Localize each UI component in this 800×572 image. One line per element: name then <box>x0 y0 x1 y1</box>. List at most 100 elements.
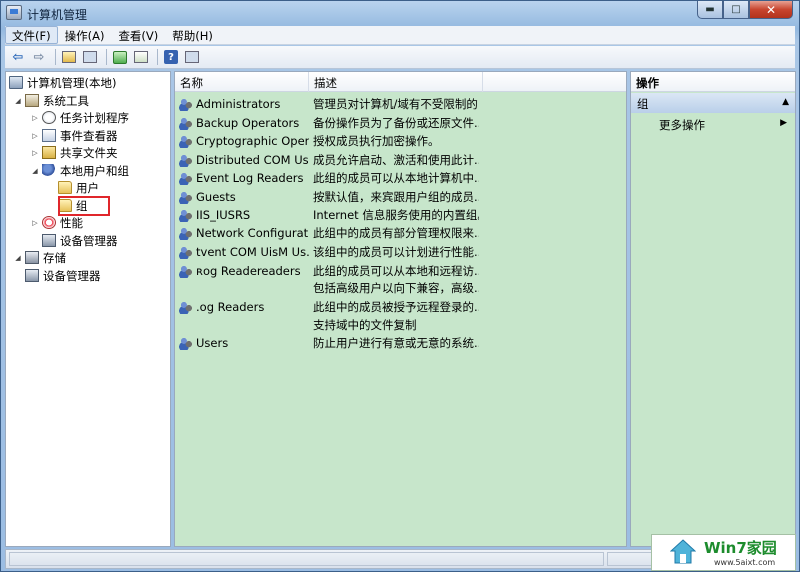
maximize-button[interactable]: □ <box>723 1 749 19</box>
tree-item-label: 用户 <box>76 180 99 195</box>
collapse-triangle-icon[interactable]: ▲ <box>782 97 789 107</box>
table-row[interactable]: Administrators 管理员对计算机/域有不受限制的... <box>175 95 626 113</box>
group-icon <box>179 190 193 204</box>
group-name: Network Configurat... <box>196 226 309 240</box>
expanded-arrow-icon[interactable]: ◢ <box>13 254 23 262</box>
device-manager-icon <box>42 234 56 247</box>
show-hide-tree-button[interactable] <box>81 49 99 65</box>
group-name: ʀog Readereaders <box>196 264 301 278</box>
group-name: Event Log Readers <box>196 171 304 185</box>
refresh-button[interactable] <box>111 49 129 65</box>
group-description: 该组中的成员可以计划进行性能... <box>313 245 479 259</box>
help-icon: ? <box>164 50 178 64</box>
storage-icon <box>25 251 39 264</box>
table-row[interactable]: .og Readers 此组中的成员被授予远程登录的... <box>175 298 626 316</box>
table-row[interactable]: tvent COM UisM Us... 该组中的成员可以计划进行性能... <box>175 243 626 261</box>
table-row[interactable]: Guests 按默认值，来宾跟用户组的成员... <box>175 188 626 206</box>
group-description: 备份操作员为了备份或还原文件... <box>313 116 479 130</box>
table-row[interactable]: Users 防止用户进行有意或无意的系统... <box>175 334 626 352</box>
table-row[interactable]: 包括高级用户以向下兼容，高级... <box>175 279 626 297</box>
tree-item-label: 共享文件夹 <box>60 145 118 160</box>
export-list-button[interactable] <box>132 49 150 65</box>
export-list-icon <box>134 51 148 63</box>
group-description: 此组的成员可以从本地计算机中... <box>313 171 479 185</box>
menu-bar: 文件(F) 操作(A) 查看(V) 帮助(H) <box>5 26 795 45</box>
collapsed-arrow-icon[interactable]: ▷ <box>30 219 40 227</box>
status-segment <box>607 552 657 566</box>
watermark-brand: Win7家园 <box>704 539 777 557</box>
tools-icon <box>25 94 39 107</box>
tree-item-label: 任务计划程序 <box>60 110 129 125</box>
watermark-logo: Win7家园 www.5aixt.com <box>651 534 796 571</box>
table-row[interactable]: IIS_IUSRS Internet 信息服务使用的内置组。 <box>175 206 626 224</box>
minimize-button[interactable]: ▬ <box>697 1 723 19</box>
group-icon <box>179 116 193 130</box>
house-logo-icon <box>670 539 696 564</box>
row-name-cell: .og Readers <box>175 300 309 314</box>
column-header-filler <box>483 72 626 92</box>
close-button[interactable]: ✕ <box>749 1 793 19</box>
menu-view[interactable]: 查看(V) <box>111 26 165 44</box>
row-name-cell: Network Configurat... <box>175 226 309 240</box>
tree-item-task-scheduler[interactable]: ▷ 任务计划程序 <box>30 109 129 126</box>
tree-item-users[interactable]: 用户 <box>58 179 99 196</box>
group-description: 按默认值，来宾跟用户组的成员... <box>313 190 479 204</box>
group-icon <box>179 134 193 148</box>
tree-item-disk-management[interactable]: 设备管理器 <box>25 267 101 284</box>
actions-group-header[interactable]: 组 ▲ <box>631 93 795 113</box>
collapsed-arrow-icon[interactable]: ▷ <box>30 132 40 140</box>
help-button[interactable]: ? <box>162 49 180 65</box>
table-row[interactable]: ʀog Readereaders 此组的成员可以从本地和远程访... <box>175 262 626 280</box>
back-arrow-icon[interactable]: ⇦ <box>9 49 27 65</box>
row-name-cell: IIS_IUSRS <box>175 208 309 222</box>
tree-item-device-manager[interactable]: 设备管理器 <box>42 232 118 249</box>
column-header-description[interactable]: 描述 <box>309 72 483 92</box>
row-name-cell: Guests <box>175 190 309 204</box>
menu-help[interactable]: 帮助(H) <box>165 26 220 44</box>
group-name: Users <box>196 336 229 350</box>
window-controls: ▬ □ ✕ <box>697 1 793 19</box>
more-actions-item[interactable]: 更多操作 <box>659 117 705 133</box>
collapsed-arrow-icon[interactable]: ▷ <box>30 114 40 122</box>
collapsed-arrow-icon[interactable]: ▷ <box>30 149 40 157</box>
tree-item-label: 设备管理器 <box>43 268 101 283</box>
table-row[interactable]: Backup Operators 备份操作员为了备份或还原文件... <box>175 114 626 132</box>
show-hide-action-pane-button[interactable] <box>183 49 201 65</box>
menu-file[interactable]: 文件(F) <box>5 26 58 44</box>
tree-item-storage[interactable]: ◢ 存储 <box>13 249 66 266</box>
folder-icon <box>58 181 72 194</box>
group-icon <box>179 97 193 111</box>
table-row[interactable]: Distributed COM Us... 成员允许启动、激活和使用此计... <box>175 151 626 169</box>
column-header-name[interactable]: 名称 <box>175 72 309 92</box>
console-tree-icon <box>83 51 97 63</box>
row-name-cell: ʀog Readereaders <box>175 264 309 278</box>
group-description: 管理员对计算机/域有不受限制的... <box>313 97 479 111</box>
tree-item-performance[interactable]: ▷ 性能 <box>30 214 83 231</box>
window-title: 计算机管理 <box>27 8 88 22</box>
group-description: 成员允许启动、激活和使用此计... <box>313 153 479 167</box>
group-icon <box>179 336 193 350</box>
tree-item-event-viewer[interactable]: ▷ 事件查看器 <box>30 127 117 144</box>
group-icon <box>179 264 193 278</box>
forward-arrow-icon[interactable]: ⇨ <box>30 49 48 65</box>
expanded-arrow-icon[interactable]: ◢ <box>30 167 40 175</box>
tree-item-system-tools[interactable]: ◢ 系统工具 <box>13 92 89 109</box>
users-icon <box>42 164 56 177</box>
expanded-arrow-icon[interactable]: ◢ <box>13 97 23 105</box>
table-row[interactable]: Event Log Readers 此组的成员可以从本地计算机中... <box>175 169 626 187</box>
menu-action[interactable]: 操作(A) <box>58 26 112 44</box>
clock-icon <box>42 111 56 124</box>
refresh-icon <box>113 50 127 64</box>
table-row[interactable]: Network Configurat... 此组中的成员有部分管理权限来... <box>175 224 626 242</box>
tree-item-shared-folders[interactable]: ▷ 共享文件夹 <box>30 144 118 161</box>
tree-item-local-users-and-groups[interactable]: ◢ 本地用户和组 <box>30 162 129 179</box>
tree-item-computer-management[interactable]: 计算机管理(本地) <box>9 74 116 91</box>
group-name: Guests <box>196 190 236 204</box>
table-row[interactable]: Cryptographic Oper... 授权成员执行加密操作。 <box>175 132 626 150</box>
up-folder-button[interactable] <box>60 49 78 65</box>
table-row[interactable]: 支持域中的文件复制 <box>175 316 626 334</box>
row-name-cell: tvent COM UisM Us... <box>175 245 309 259</box>
status-segment <box>9 552 604 566</box>
performance-icon <box>42 216 56 229</box>
group-name: Distributed COM Us... <box>196 153 309 167</box>
